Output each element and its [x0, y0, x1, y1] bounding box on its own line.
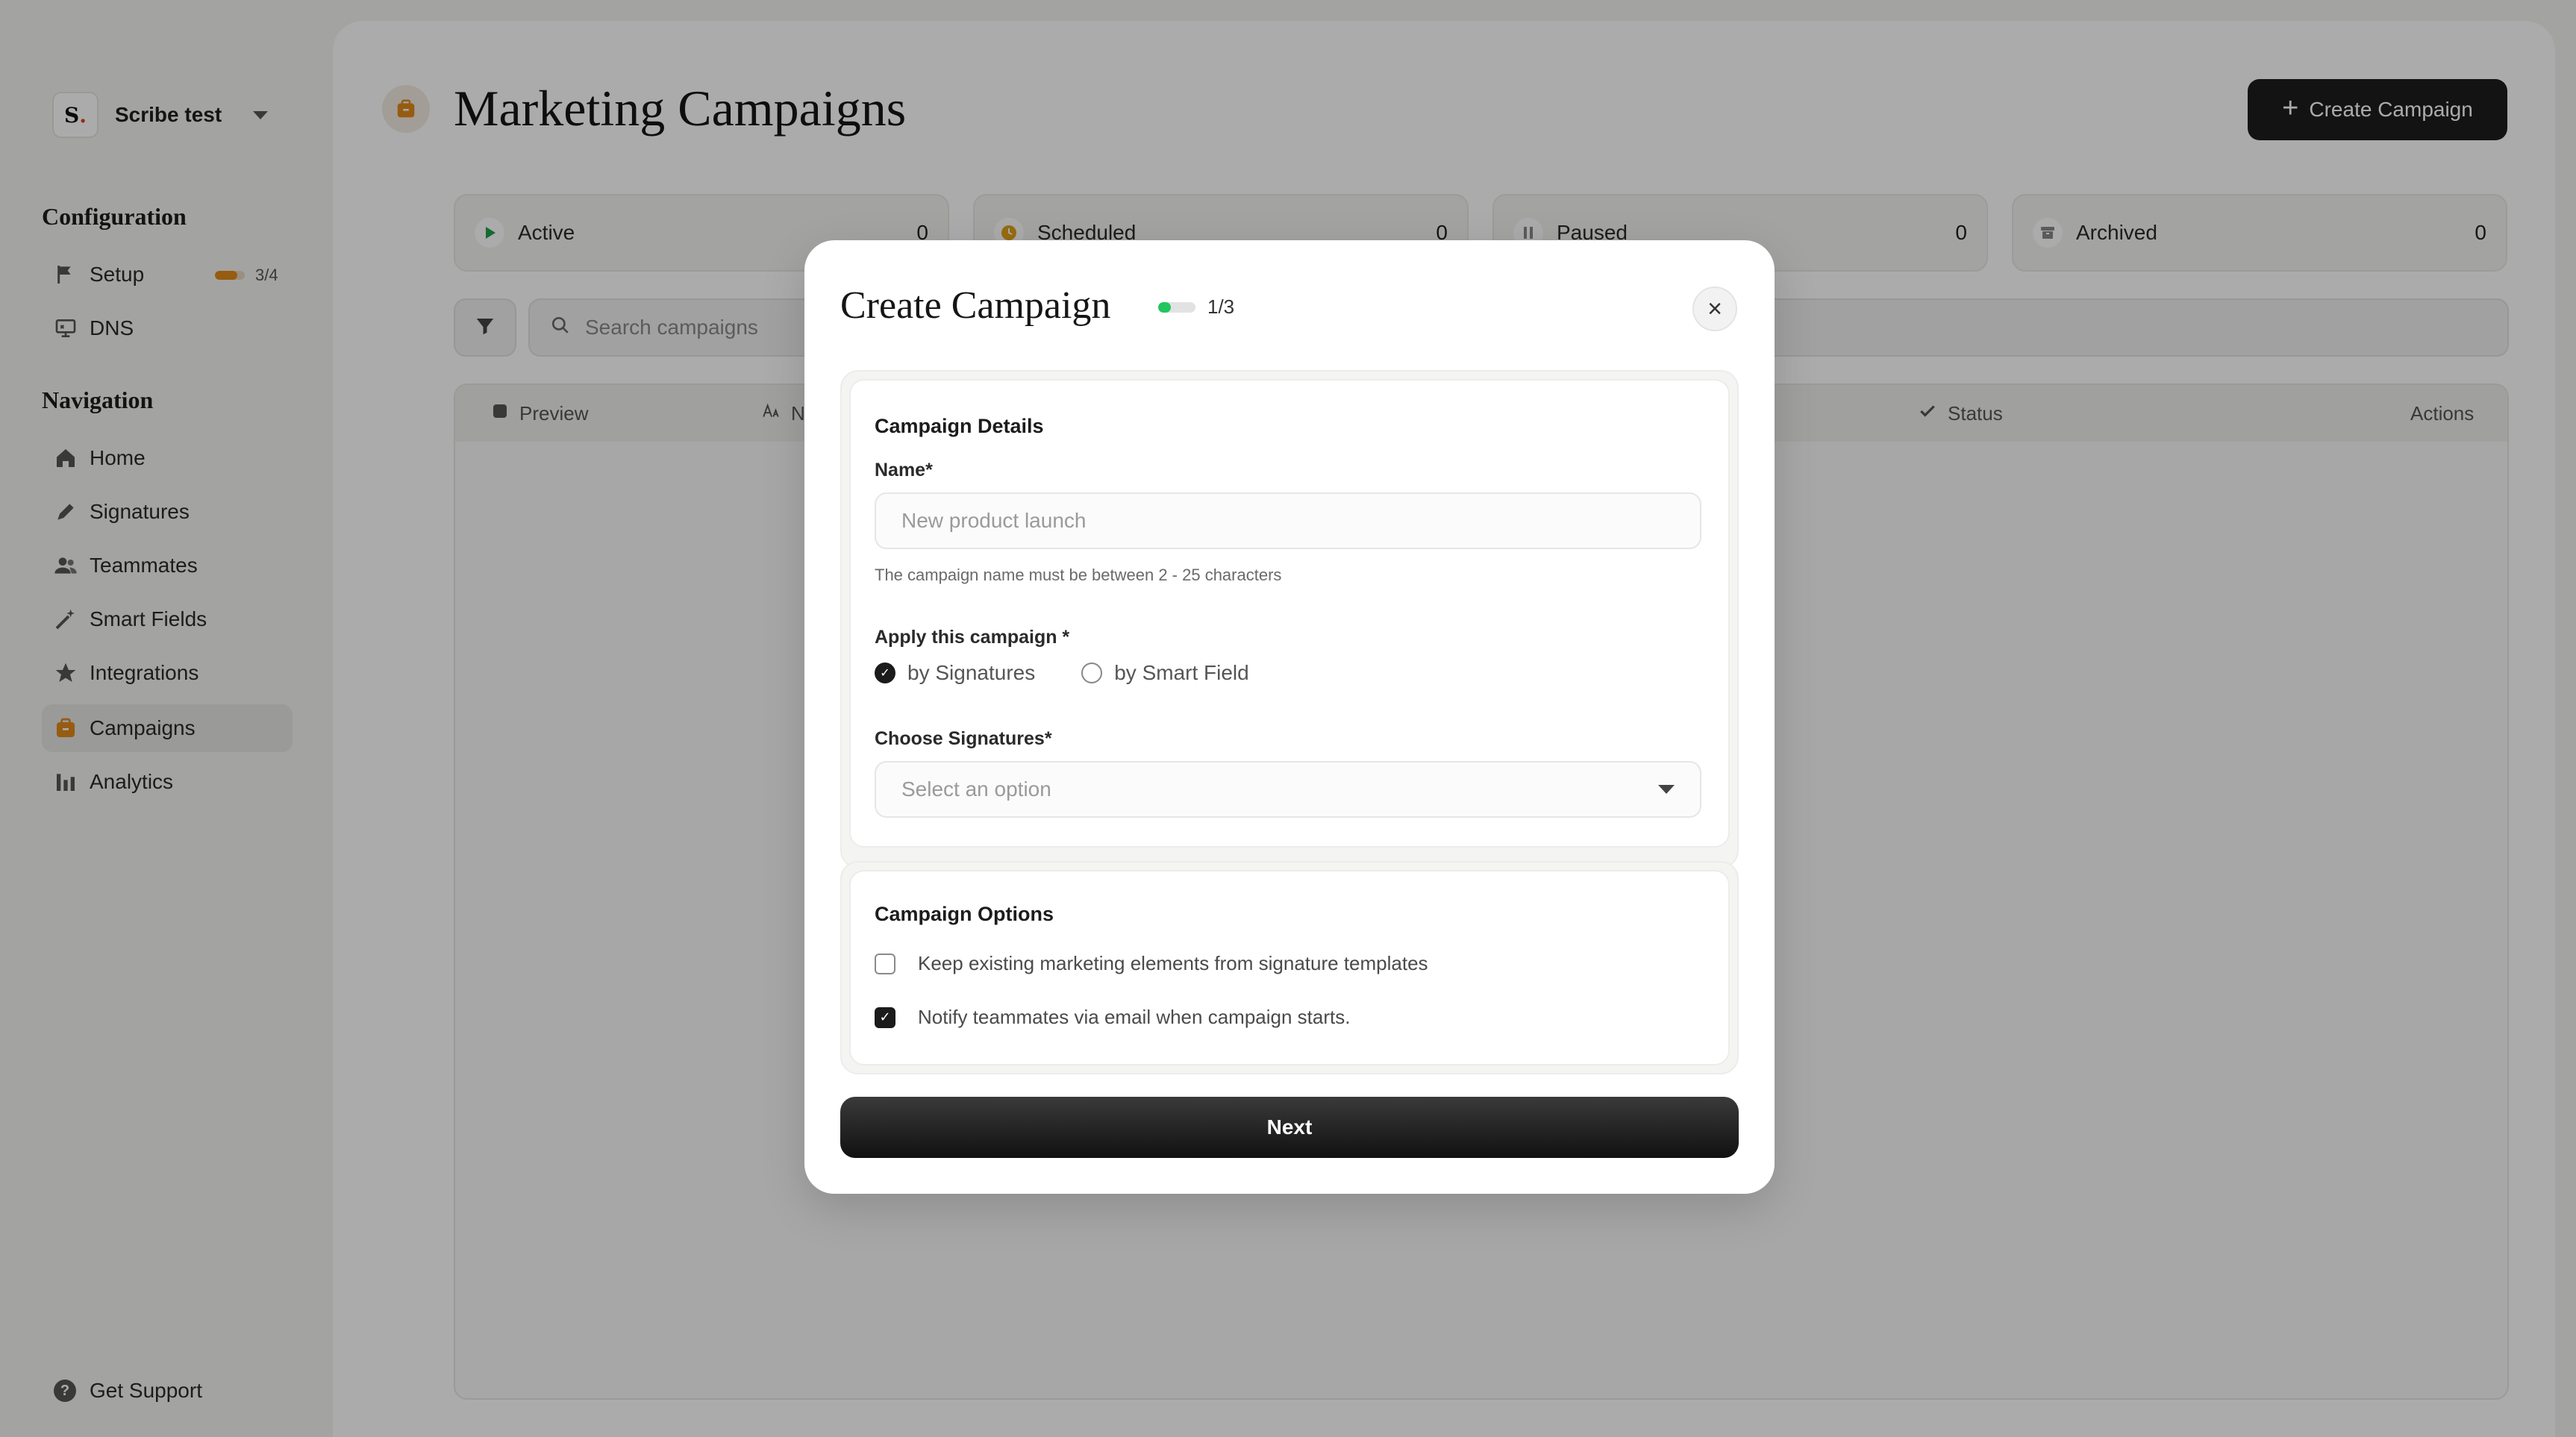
- step-progress-fill: [1158, 301, 1171, 313]
- apply-label: Apply this campaign *: [875, 627, 1070, 648]
- chevron-down-icon: [1658, 785, 1675, 794]
- radio-checked-icon: ✓: [875, 663, 895, 683]
- name-hint: The campaign name must be between 2 - 25…: [875, 566, 1282, 584]
- name-label: Name*: [875, 460, 933, 480]
- section-title: Campaign Details: [875, 415, 1044, 437]
- radio-label: by Smart Field: [1114, 661, 1249, 684]
- radio-by-smart-field[interactable]: by Smart Field: [1081, 661, 1249, 685]
- checkbox-unchecked-icon[interactable]: [875, 953, 895, 974]
- step-indicator: 1/3: [1158, 295, 1234, 319]
- radio-label: by Signatures: [907, 661, 1036, 684]
- signatures-select[interactable]: Select an option: [875, 761, 1701, 818]
- campaign-options-wrapper: Campaign Options Keep existing marketing…: [840, 861, 1739, 1074]
- choose-signatures-label: Choose Signatures*: [875, 728, 1052, 749]
- campaign-details-section: Campaign Details Name* New product launc…: [849, 379, 1730, 848]
- option-notify-teammates[interactable]: ✓ Notify teammates via email when campai…: [875, 1006, 1350, 1029]
- option-keep-existing[interactable]: Keep existing marketing elements from si…: [875, 952, 1428, 975]
- step-progress-bar: [1158, 301, 1195, 313]
- close-modal-button[interactable]: ×: [1692, 287, 1737, 331]
- campaign-name-input[interactable]: New product launch: [875, 492, 1701, 549]
- option-label: Keep existing marketing elements from si…: [918, 952, 1428, 974]
- step-text: 1/3: [1207, 295, 1235, 318]
- modal-title: Create Campaign: [840, 284, 1111, 327]
- close-icon: ×: [1707, 294, 1722, 323]
- option-label: Notify teammates via email when campaign…: [918, 1006, 1351, 1028]
- campaign-options-section: Campaign Options Keep existing marketing…: [849, 870, 1730, 1065]
- checkbox-checked-icon[interactable]: ✓: [875, 1006, 895, 1028]
- campaign-name-placeholder: New product launch: [901, 509, 1087, 532]
- next-button[interactable]: Next: [840, 1097, 1739, 1158]
- apply-radio-group: ✓ by Signatures by Smart Field: [875, 661, 1249, 685]
- section-title: Campaign Options: [875, 903, 1054, 925]
- create-campaign-modal: Create Campaign 1/3 × Campaign Details N…: [804, 240, 1775, 1194]
- radio-unchecked-icon: [1081, 663, 1103, 683]
- select-placeholder: Select an option: [901, 777, 1051, 801]
- radio-by-signatures[interactable]: ✓ by Signatures: [875, 661, 1035, 685]
- campaign-details-wrapper: Campaign Details Name* New product launc…: [840, 370, 1739, 868]
